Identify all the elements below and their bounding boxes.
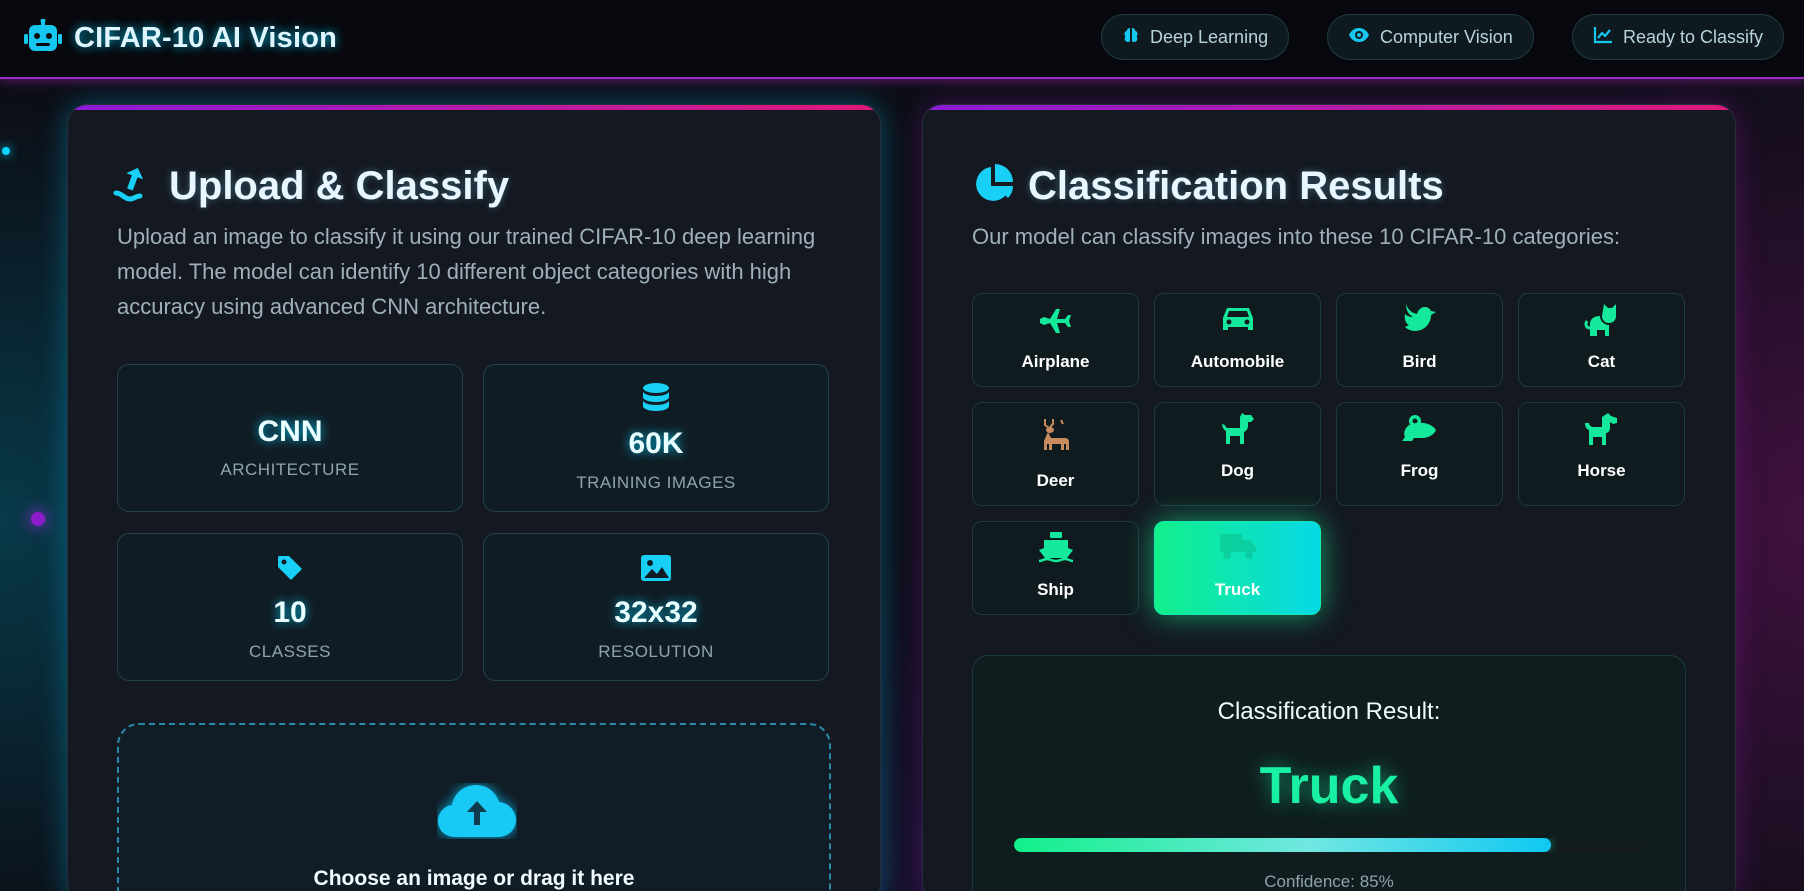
category-name: Deer [1036, 471, 1075, 490]
result-value: Truck [1259, 757, 1399, 815]
stat-label: ARCHITECTURE [220, 460, 360, 479]
plane-icon [1038, 304, 1074, 339]
image-dropzone[interactable]: Choose an image or drag it here [117, 723, 831, 891]
stat-label: CLASSES [249, 642, 331, 661]
database-icon [642, 383, 670, 420]
stat-value: CNN [257, 415, 323, 448]
dove-icon [1402, 302, 1438, 341]
confidence-text: Confidence: 85% [1264, 872, 1394, 891]
brain-icon [1122, 26, 1140, 49]
pill-label: Computer Vision [1380, 26, 1513, 47]
confidence-bar-fill [1014, 838, 1552, 852]
upload-arrow-icon [113, 163, 155, 210]
stat-label: RESOLUTION [598, 642, 714, 661]
stat-label: TRAINING IMAGES [576, 473, 736, 492]
decorative-particle [2, 147, 10, 155]
stat-value: 10 [273, 596, 307, 629]
category-airplane[interactable]: Airplane [972, 293, 1139, 387]
category-automobile[interactable]: Automobile [1154, 293, 1321, 387]
classification-result-card: Classification Result: Truck Confidence:… [972, 655, 1686, 891]
results-panel: Classification Results Our model can cla… [922, 104, 1736, 891]
decorative-particle [31, 512, 45, 526]
app-title: CIFAR-10 AI Vision [74, 21, 338, 54]
dog-icon [1220, 411, 1256, 450]
chart-line-icon [1593, 26, 1613, 49]
stat-classes: 10 CLASSES [117, 533, 463, 681]
stat-resolution: 32x32 RESOLUTION [483, 533, 829, 681]
category-horse[interactable]: Horse [1518, 402, 1685, 506]
car-icon [1220, 304, 1256, 339]
stat-value: 32x32 [614, 596, 698, 629]
category-name: Cat [1587, 352, 1616, 371]
panel-title-row: Classification Results [972, 163, 1444, 210]
category-cat[interactable]: Cat [1518, 293, 1685, 387]
pill-label: Deep Learning [1150, 26, 1269, 47]
category-bird[interactable]: Bird [1336, 293, 1503, 387]
stat-training-images: 60K TRAINING IMAGES [483, 364, 829, 512]
category-dog[interactable]: Dog [1154, 402, 1321, 506]
upload-panel: Upload & Classify Upload an image to cla… [67, 104, 881, 891]
truck-icon [1218, 528, 1258, 567]
eye-icon [1348, 27, 1370, 48]
category-deer[interactable]: Deer [972, 402, 1139, 506]
category-name: Horse [1577, 461, 1626, 480]
cloud-upload-icon [437, 783, 517, 844]
top-header: CIFAR-10 AI Vision Deep Learning Compute… [0, 0, 1804, 79]
panel-description: Our model can classify images into these… [972, 224, 1621, 249]
stat-architecture: CNN ARCHITECTURE [117, 364, 463, 512]
pill-ready-to-classify[interactable]: Ready to Classify [1572, 14, 1785, 60]
frog-icon [1401, 413, 1439, 450]
brand[interactable]: CIFAR-10 AI Vision [24, 18, 337, 58]
dropzone-text: Choose an image or drag it here [313, 867, 635, 890]
confidence-bar [1014, 838, 1646, 852]
panel-description: Upload an image to classify it using our… [117, 224, 816, 319]
category-name: Airplane [1021, 352, 1090, 371]
horse-icon [1584, 411, 1620, 450]
result-heading: Classification Result: [1217, 698, 1441, 725]
category-name: Dog [1220, 461, 1255, 480]
category-name: Ship [1037, 580, 1074, 599]
image-icon [640, 554, 672, 587]
category-name: Bird [1402, 352, 1437, 371]
category-truck[interactable]: Truck [1154, 521, 1321, 615]
category-name: Frog [1400, 461, 1439, 480]
panel-title: Classification Results [1028, 164, 1444, 208]
pill-deep-learning[interactable]: Deep Learning [1101, 14, 1290, 60]
category-name: Truck [1214, 580, 1261, 599]
category-name: Automobile [1190, 352, 1285, 371]
ship-icon [1038, 530, 1074, 569]
category-ship[interactable]: Ship [972, 521, 1139, 615]
stat-value: 60K [628, 427, 684, 460]
deer-icon [1039, 417, 1073, 456]
pill-computer-vision[interactable]: Computer Vision [1327, 14, 1534, 60]
chart-pie-icon [972, 163, 1014, 210]
robot-icon [24, 18, 62, 58]
pill-label: Ready to Classify [1623, 26, 1764, 47]
panel-title: Upload & Classify [169, 164, 510, 208]
panel-title-row: Upload & Classify [113, 163, 509, 210]
category-frog[interactable]: Frog [1336, 402, 1503, 506]
cat-icon [1584, 302, 1620, 343]
tag-icon [276, 554, 304, 587]
